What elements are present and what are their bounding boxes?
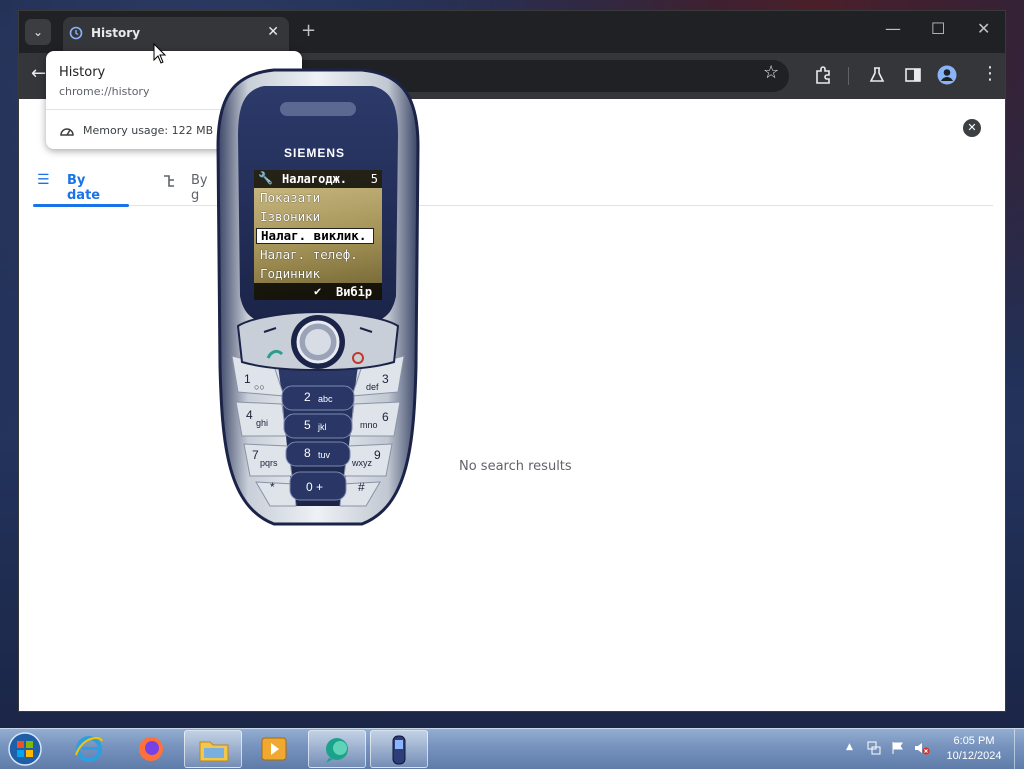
- memory-gauge-icon: [60, 128, 74, 136]
- action-center-flag-icon[interactable]: [890, 741, 906, 755]
- taskbar-clock[interactable]: 6:05 PM 10/12/2024: [938, 734, 1010, 764]
- hover-card-title: History: [59, 65, 106, 80]
- key-7-sub: pqrs: [260, 458, 278, 468]
- media-player-icon: [261, 737, 287, 761]
- phone-screen: 🔧 Налагодж. 5 Показати Ізвоники Налаг. в…: [254, 170, 382, 300]
- show-desktop-button[interactable]: [1014, 729, 1024, 769]
- taskbar-internet-explorer[interactable]: [60, 730, 118, 768]
- network-icon[interactable]: [866, 741, 882, 755]
- key-9-sub: wxyz: [352, 458, 372, 468]
- key-4[interactable]: 4: [246, 408, 253, 422]
- profile-avatar-icon[interactable]: [937, 65, 957, 85]
- clock-time: 6:05 PM: [953, 735, 995, 747]
- key-9[interactable]: 9: [374, 448, 381, 462]
- menu-item[interactable]: Годинник: [260, 266, 320, 281]
- side-panel-icon[interactable]: [903, 65, 923, 85]
- key-6[interactable]: 6: [382, 410, 389, 424]
- key-8-sub: tuv: [318, 450, 331, 460]
- key-6-sub: mno: [360, 420, 378, 430]
- menu-kebab-icon[interactable]: ⋮: [981, 63, 999, 84]
- checkmark-icon: ✔: [314, 284, 322, 298]
- firefox-icon: [139, 737, 163, 761]
- minimize-button[interactable]: —: [885, 19, 901, 38]
- key-hash[interactable]: #: [358, 480, 365, 494]
- key-1-sub: ○○: [254, 382, 265, 392]
- close-window-button[interactable]: ✕: [977, 19, 990, 38]
- menu-item-selected[interactable]: Налаг. виклик.: [256, 228, 374, 244]
- volume-muted-icon[interactable]: [914, 741, 930, 755]
- softkey-select-label[interactable]: Вибір: [336, 285, 372, 299]
- maximize-button[interactable]: ☐: [931, 19, 945, 38]
- tab-title: History: [91, 26, 141, 40]
- key-star[interactable]: *: [270, 480, 275, 494]
- key-2-sub: abc: [318, 394, 333, 404]
- tab-history[interactable]: History ✕: [63, 17, 289, 53]
- tray-expand-arrow-icon[interactable]: ▲: [846, 742, 853, 752]
- chevron-down-icon: ⌄: [32, 25, 44, 39]
- key-5[interactable]: 5: [304, 418, 311, 432]
- screen-header: 🔧 Налагодж. 5: [254, 170, 382, 188]
- tab-close-icon[interactable]: ✕: [267, 24, 279, 40]
- group-branch-icon: [164, 175, 174, 187]
- clear-search-icon[interactable]: ✕: [963, 119, 981, 137]
- labs-flask-icon[interactable]: [867, 65, 887, 85]
- taskbar-file-explorer[interactable]: [184, 730, 242, 768]
- tab-by-date-label: By date: [67, 173, 101, 203]
- screen-menu-number: 5: [370, 172, 378, 186]
- siemens-phone-emulator[interactable]: SIEMENS 🔧 Налагодж. 5 Показати Ізвоники …: [214, 66, 422, 530]
- menu-item[interactable]: Ізвоники: [260, 209, 320, 224]
- screen-softkey-bar: ✔ Вибір: [254, 283, 382, 300]
- menu-item[interactable]: Налаг. телеф.: [260, 247, 358, 262]
- empty-state-message: No search results: [459, 459, 572, 474]
- hover-card-url: chrome://history: [59, 85, 150, 98]
- key-8[interactable]: 8: [304, 446, 311, 460]
- hover-card-memory: Memory usage: 122 MB: [83, 124, 214, 137]
- clock-date: 10/12/2024: [946, 750, 1002, 762]
- internet-explorer-icon: [75, 736, 103, 762]
- start-orb-icon[interactable]: [6, 731, 44, 767]
- key-2[interactable]: 2: [304, 390, 311, 404]
- tab-search-button[interactable]: ⌄: [25, 19, 51, 45]
- wrench-icon: 🔧: [258, 171, 273, 185]
- menu-item[interactable]: Показати: [260, 190, 320, 205]
- history-clock-icon: [69, 26, 83, 40]
- phone-brand-label: SIEMENS: [284, 146, 346, 160]
- taskbar-phone-emulator[interactable]: [370, 730, 428, 768]
- tab-by-group-label: By g: [191, 173, 208, 203]
- key-7[interactable]: 7: [252, 448, 259, 462]
- toolbar-divider: [848, 67, 849, 85]
- chat-bubble-icon: [326, 738, 348, 763]
- phone-emulator-icon: [392, 735, 406, 765]
- taskbar-media-player[interactable]: [246, 730, 304, 768]
- history-view-tabs: ☰ By date By g: [33, 169, 993, 207]
- folder-icon: [199, 741, 229, 762]
- key-3-sub: def: [366, 382, 379, 392]
- key-1[interactable]: 1: [244, 372, 251, 386]
- extensions-puzzle-icon[interactable]: [813, 65, 833, 85]
- bookmark-star-icon[interactable]: ☆: [763, 62, 779, 83]
- key-3[interactable]: 3: [382, 372, 389, 386]
- key-5-sub: jkl: [318, 422, 327, 432]
- taskbar-chat-app[interactable]: [308, 730, 366, 768]
- key-4-sub: ghi: [256, 418, 269, 428]
- new-tab-button[interactable]: +: [301, 20, 316, 41]
- windows-taskbar: ▲ 6:05 PM 10/12/2024: [0, 728, 1024, 769]
- mouse-cursor-icon: [153, 43, 167, 64]
- list-icon: ☰: [37, 172, 50, 188]
- taskbar-firefox[interactable]: [122, 730, 180, 768]
- key-0[interactable]: 0 +: [306, 480, 323, 494]
- back-arrow-icon[interactable]: ←: [31, 63, 46, 84]
- active-tab-indicator: [33, 204, 129, 207]
- screen-title: Налагодж.: [282, 172, 348, 186]
- history-page: ✕ ☰ By date By g No search results: [19, 99, 1005, 711]
